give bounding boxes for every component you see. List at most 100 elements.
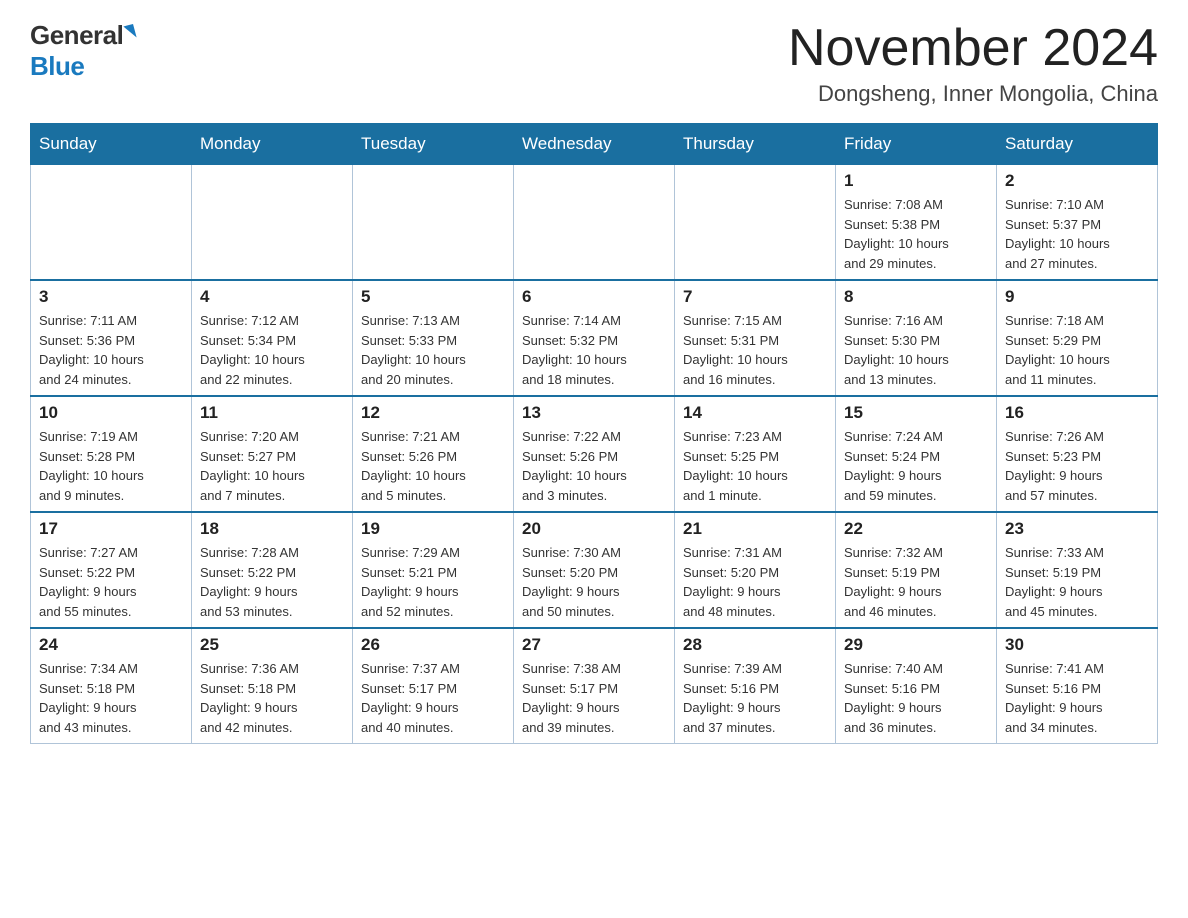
- day-number: 2: [1005, 171, 1149, 191]
- calendar-week-row: 1Sunrise: 7:08 AM Sunset: 5:38 PM Daylig…: [31, 165, 1158, 281]
- calendar-week-row: 17 Sunrise: 7:27 AM Sunset: 5:22 PM Dayli…: [31, 512, 1158, 628]
- day-number: 18: [200, 519, 344, 539]
- calendar-cell: 17 Sunrise: 7:27 AM Sunset: 5:22 PM Dayli…: [31, 512, 192, 628]
- calendar-cell: 28 Sunrise: 7:39 AM Sunset: 5:16 PM Dayli…: [675, 628, 836, 744]
- calendar-cell: 20 Sunrise: 7:30 AM Sunset: 5:20 PM Dayli…: [514, 512, 675, 628]
- day-number: 21: [683, 519, 827, 539]
- day-number: 6: [522, 287, 666, 307]
- day-info: Sunrise: 7:14 AM Sunset: 5:32 PM Dayligh…: [522, 311, 666, 389]
- logo-blue-text: Blue: [30, 51, 84, 82]
- day-info: Sunrise: 7:31 AM Sunset: 5:20 PM Dayligh…: [683, 543, 827, 621]
- day-info: Sunrise: 7:36 AM Sunset: 5:18 PM Dayligh…: [200, 659, 344, 737]
- day-info: Sunrise: 7:11 AM Sunset: 5:36 PM Dayligh…: [39, 311, 183, 389]
- calendar-cell: 12 Sunrise: 7:21 AM Sunset: 5:26 PM Dayli…: [353, 396, 514, 512]
- day-info: Sunrise: 7:39 AM Sunset: 5:16 PM Dayligh…: [683, 659, 827, 737]
- page-header: General Blue November 2024 Dongsheng, In…: [30, 20, 1158, 107]
- day-number: 24: [39, 635, 183, 655]
- day-number: 14: [683, 403, 827, 423]
- calendar-cell: 13 Sunrise: 7:22 AM Sunset: 5:26 PM Dayli…: [514, 396, 675, 512]
- day-info: Sunrise: 7:38 AM Sunset: 5:17 PM Dayligh…: [522, 659, 666, 737]
- calendar-cell: 22 Sunrise: 7:32 AM Sunset: 5:19 PM Dayli…: [836, 512, 997, 628]
- calendar-cell: [192, 165, 353, 281]
- day-number: 23: [1005, 519, 1149, 539]
- calendar-week-row: 10 Sunrise: 7:19 AM Sunset: 5:28 PM Dayli…: [31, 396, 1158, 512]
- calendar-cell: 10 Sunrise: 7:19 AM Sunset: 5:28 PM Dayli…: [31, 396, 192, 512]
- day-number: 13: [522, 403, 666, 423]
- calendar-cell: 9 Sunrise: 7:18 AM Sunset: 5:29 PM Daylig…: [997, 280, 1158, 396]
- day-number: 30: [1005, 635, 1149, 655]
- day-number: 28: [683, 635, 827, 655]
- calendar-week-row: 3Sunrise: 7:11 AM Sunset: 5:36 PM Daylig…: [31, 280, 1158, 396]
- calendar-cell: 30 Sunrise: 7:41 AM Sunset: 5:16 PM Dayli…: [997, 628, 1158, 744]
- day-info: Sunrise: 7:22 AM Sunset: 5:26 PM Dayligh…: [522, 427, 666, 505]
- day-info: Sunrise: 7:19 AM Sunset: 5:28 PM Dayligh…: [39, 427, 183, 505]
- calendar-cell: 15Sunrise: 7:24 AM Sunset: 5:24 PM Dayli…: [836, 396, 997, 512]
- day-info: Sunrise: 7:37 AM Sunset: 5:17 PM Dayligh…: [361, 659, 505, 737]
- calendar-cell: 24 Sunrise: 7:34 AM Sunset: 5:18 PM Dayli…: [31, 628, 192, 744]
- day-number: 9: [1005, 287, 1149, 307]
- day-info: Sunrise: 7:13 AM Sunset: 5:33 PM Dayligh…: [361, 311, 505, 389]
- day-info: Sunrise: 7:12 AM Sunset: 5:34 PM Dayligh…: [200, 311, 344, 389]
- day-number: 8: [844, 287, 988, 307]
- day-info: Sunrise: 7:32 AM Sunset: 5:19 PM Dayligh…: [844, 543, 988, 621]
- day-number: 1: [844, 171, 988, 191]
- day-info: Sunrise: 7:34 AM Sunset: 5:18 PM Dayligh…: [39, 659, 183, 737]
- day-info: Sunrise: 7:10 AM Sunset: 5:37 PM Dayligh…: [1005, 195, 1149, 273]
- column-header-tuesday: Tuesday: [353, 124, 514, 165]
- day-number: 15: [844, 403, 988, 423]
- day-info: Sunrise: 7:18 AM Sunset: 5:29 PM Dayligh…: [1005, 311, 1149, 389]
- calendar-cell: 29 Sunrise: 7:40 AM Sunset: 5:16 PM Dayli…: [836, 628, 997, 744]
- logo: General Blue: [30, 20, 135, 82]
- calendar-cell: 7 Sunrise: 7:15 AM Sunset: 5:31 PM Daylig…: [675, 280, 836, 396]
- day-number: 29: [844, 635, 988, 655]
- calendar-cell: 8 Sunrise: 7:16 AM Sunset: 5:30 PM Daylig…: [836, 280, 997, 396]
- day-info: Sunrise: 7:23 AM Sunset: 5:25 PM Dayligh…: [683, 427, 827, 505]
- day-number: 12: [361, 403, 505, 423]
- day-number: 10: [39, 403, 183, 423]
- calendar-cell: 18 Sunrise: 7:28 AM Sunset: 5:22 PM Dayli…: [192, 512, 353, 628]
- day-number: 22: [844, 519, 988, 539]
- day-info: Sunrise: 7:29 AM Sunset: 5:21 PM Dayligh…: [361, 543, 505, 621]
- calendar-cell: 3Sunrise: 7:11 AM Sunset: 5:36 PM Daylig…: [31, 280, 192, 396]
- day-number: 27: [522, 635, 666, 655]
- location-subtitle: Dongsheng, Inner Mongolia, China: [788, 81, 1158, 107]
- day-number: 7: [683, 287, 827, 307]
- calendar-cell: 1Sunrise: 7:08 AM Sunset: 5:38 PM Daylig…: [836, 165, 997, 281]
- day-info: Sunrise: 7:15 AM Sunset: 5:31 PM Dayligh…: [683, 311, 827, 389]
- day-info: Sunrise: 7:16 AM Sunset: 5:30 PM Dayligh…: [844, 311, 988, 389]
- month-title: November 2024: [788, 20, 1158, 77]
- day-info: Sunrise: 7:28 AM Sunset: 5:22 PM Dayligh…: [200, 543, 344, 621]
- calendar-table: SundayMondayTuesdayWednesdayThursdayFrid…: [30, 123, 1158, 744]
- day-info: Sunrise: 7:40 AM Sunset: 5:16 PM Dayligh…: [844, 659, 988, 737]
- column-header-thursday: Thursday: [675, 124, 836, 165]
- day-number: 20: [522, 519, 666, 539]
- day-info: Sunrise: 7:41 AM Sunset: 5:16 PM Dayligh…: [1005, 659, 1149, 737]
- calendar-cell: 19 Sunrise: 7:29 AM Sunset: 5:21 PM Dayli…: [353, 512, 514, 628]
- calendar-cell: 21 Sunrise: 7:31 AM Sunset: 5:20 PM Dayli…: [675, 512, 836, 628]
- day-info: Sunrise: 7:26 AM Sunset: 5:23 PM Dayligh…: [1005, 427, 1149, 505]
- column-header-wednesday: Wednesday: [514, 124, 675, 165]
- column-header-friday: Friday: [836, 124, 997, 165]
- calendar-cell: [675, 165, 836, 281]
- logo-general-text: General: [30, 20, 123, 51]
- day-info: Sunrise: 7:21 AM Sunset: 5:26 PM Dayligh…: [361, 427, 505, 505]
- calendar-cell: 14 Sunrise: 7:23 AM Sunset: 5:25 PM Dayli…: [675, 396, 836, 512]
- day-number: 26: [361, 635, 505, 655]
- day-info: Sunrise: 7:20 AM Sunset: 5:27 PM Dayligh…: [200, 427, 344, 505]
- day-info: Sunrise: 7:30 AM Sunset: 5:20 PM Dayligh…: [522, 543, 666, 621]
- calendar-cell: [31, 165, 192, 281]
- calendar-cell: 2 Sunrise: 7:10 AM Sunset: 5:37 PM Daylig…: [997, 165, 1158, 281]
- day-number: 11: [200, 403, 344, 423]
- calendar-cell: 6 Sunrise: 7:14 AM Sunset: 5:32 PM Daylig…: [514, 280, 675, 396]
- day-info: Sunrise: 7:33 AM Sunset: 5:19 PM Dayligh…: [1005, 543, 1149, 621]
- day-number: 19: [361, 519, 505, 539]
- column-header-sunday: Sunday: [31, 124, 192, 165]
- calendar-cell: 4 Sunrise: 7:12 AM Sunset: 5:34 PM Daylig…: [192, 280, 353, 396]
- day-number: 4: [200, 287, 344, 307]
- day-info: Sunrise: 7:27 AM Sunset: 5:22 PM Dayligh…: [39, 543, 183, 621]
- day-number: 17: [39, 519, 183, 539]
- calendar-cell: 27 Sunrise: 7:38 AM Sunset: 5:17 PM Dayli…: [514, 628, 675, 744]
- calendar-cell: [353, 165, 514, 281]
- day-number: 25: [200, 635, 344, 655]
- calendar-cell: 11 Sunrise: 7:20 AM Sunset: 5:27 PM Dayli…: [192, 396, 353, 512]
